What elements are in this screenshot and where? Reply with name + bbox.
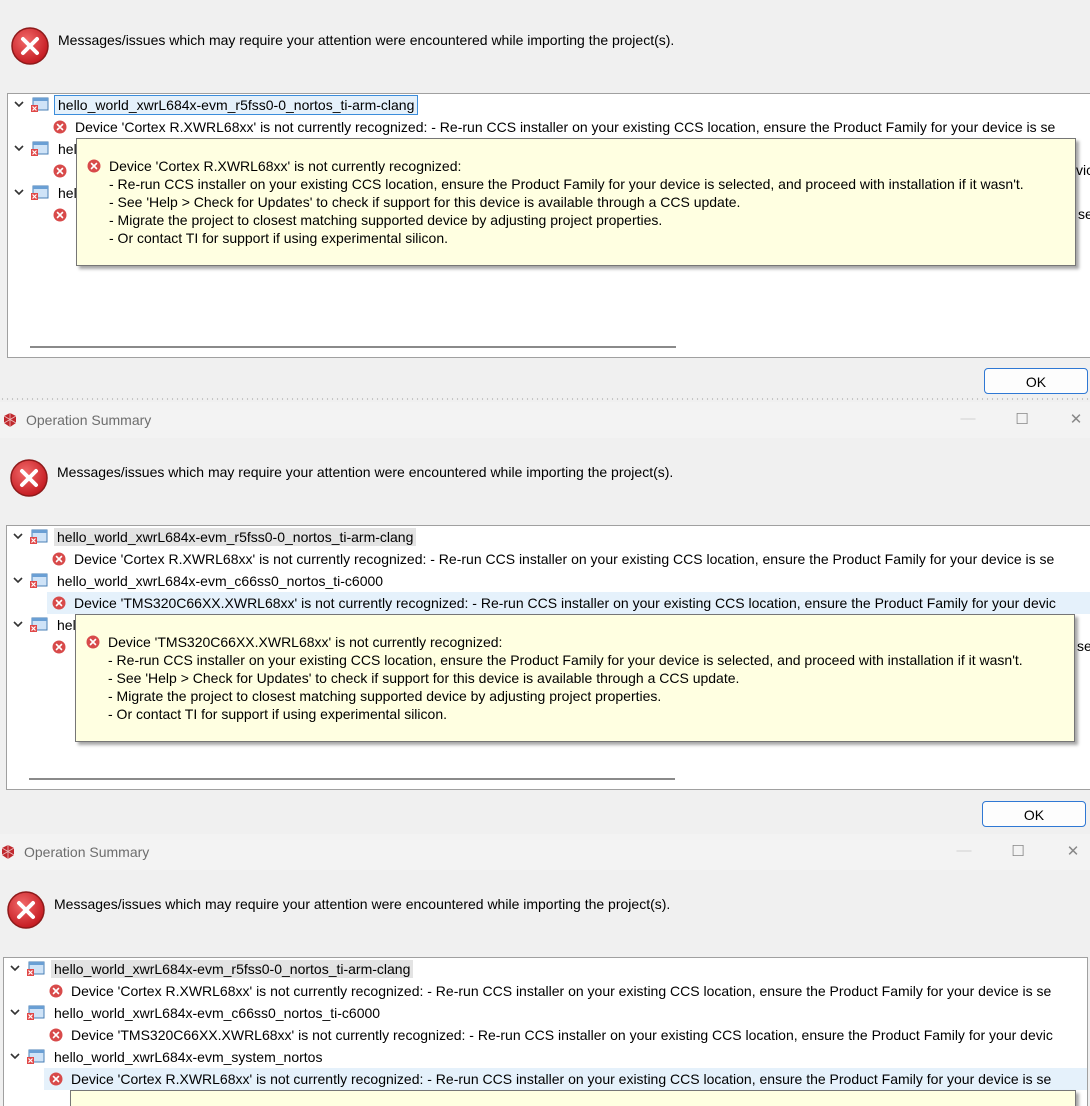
project-error-icon [29, 572, 49, 590]
dialog-title: Operation Summary [24, 844, 150, 860]
dialog-panel-3: Messages/issues which may require your a… [0, 870, 1090, 1106]
tree-issue[interactable]: Device 'TMS320C66XX.XWRL68xx' is not cur… [49, 1024, 1087, 1046]
message-text: Messages/issues which may require your a… [58, 32, 675, 48]
tooltip-heading: Device 'Cortex R.XWRL68xx' is not curren… [109, 158, 462, 174]
close-icon[interactable]: ✕ [1063, 842, 1083, 860]
chevron-down-icon[interactable] [8, 1005, 22, 1019]
dialog-panel-1: Messages/issues which may require your a… [0, 0, 1090, 400]
error-icon [49, 984, 63, 998]
error-icon [52, 596, 66, 610]
project-error-icon [30, 96, 50, 114]
chevron-down-icon[interactable] [12, 185, 26, 199]
error-icon [53, 164, 67, 178]
project-label[interactable]: hello_world_xwrL684x-evm_r5fss0-0_nortos… [53, 95, 419, 115]
tooltip-line: - Re-run CCS installer on your existing … [109, 176, 1024, 192]
maximize-icon[interactable]: ☐ [1012, 410, 1032, 428]
message-row: Messages/issues which may require your a… [6, 890, 1076, 934]
chevron-down-icon[interactable] [12, 141, 26, 155]
error-icon [6, 890, 46, 930]
project-error-icon [26, 1048, 46, 1066]
separator [0, 398, 1090, 400]
issue-text-fragment: se [1077, 638, 1090, 654]
error-icon [49, 1028, 63, 1042]
project-error-icon [29, 616, 49, 634]
project-label[interactable]: hello_world_xwrL684x-evm_c66ss0_nortos_t… [54, 572, 386, 590]
tooltip-line: - Re-run CCS installer on your existing … [108, 652, 1023, 668]
message-text: Messages/issues which may require your a… [57, 464, 674, 480]
error-icon [86, 635, 100, 649]
close-icon[interactable]: ✕ [1066, 410, 1086, 428]
issue-text-fragment: se [1078, 206, 1090, 222]
tooltip-line: - See 'Help > Check for Updates' to chec… [109, 194, 741, 210]
issue-tooltip: Device 'Cortex R.XWRL68xx' is not curren… [76, 138, 1076, 266]
project-label[interactable]: hello_world_xwrL684x-evm_r5fss0-0_nortos… [54, 528, 417, 546]
maximize-icon[interactable]: ☐ [1008, 842, 1028, 860]
issue-text: Device 'Cortex R.XWRL68xx' is not curren… [75, 119, 1056, 135]
project-error-icon [29, 528, 49, 546]
tree-issue-selected[interactable]: Device 'Cortex R.XWRL68xx' is not curren… [44, 1068, 1087, 1090]
tooltip-line: - Migrate the project to closest matchin… [109, 212, 663, 228]
error-icon [52, 552, 66, 566]
project-error-icon [30, 140, 50, 158]
title-bar: Operation Summary — ☐ ✕ [0, 834, 1090, 870]
horizontal-scrollbar[interactable] [29, 778, 675, 780]
tooltip-heading: Device 'TMS320C66XX.XWRL68xx' is not cur… [108, 634, 503, 650]
error-icon [9, 458, 49, 498]
chevron-down-icon[interactable] [11, 617, 25, 631]
project-label[interactable]: hello_world_xwrL684x-evm_r5fss0-0_nortos… [51, 960, 414, 978]
message-text: Messages/issues which may require your a… [54, 896, 671, 912]
issue-text: Device 'Cortex R.XWRL68xx' is not curren… [71, 983, 1052, 999]
project-error-icon [30, 184, 50, 202]
project-error-icon [26, 960, 46, 978]
tree-issue[interactable]: Device 'Cortex R.XWRL68xx' is not curren… [52, 548, 1090, 570]
chevron-down-icon[interactable] [12, 97, 26, 111]
error-icon [49, 1072, 63, 1086]
issue-text: Device 'TMS320C66XX.XWRL68xx' is not cur… [74, 595, 1056, 611]
error-icon [53, 208, 67, 222]
tooltip-line: - Or contact TI for support if using exp… [108, 706, 447, 722]
tree-issue[interactable]: Device 'Cortex R.XWRL68xx' is not curren… [49, 980, 1087, 1002]
horizontal-scrollbar[interactable] [30, 346, 676, 348]
tree-issue-selected[interactable]: Device 'TMS320C66XX.XWRL68xx' is not cur… [47, 592, 1090, 614]
chevron-down-icon[interactable] [8, 1049, 22, 1063]
error-icon [53, 120, 67, 134]
dialog-title: Operation Summary [26, 412, 152, 428]
issue-tooltip [70, 1090, 1076, 1106]
error-icon [10, 26, 50, 66]
message-row: Messages/issues which may require your a… [10, 26, 1080, 70]
title-bar: Operation Summary — ☐ ✕ [0, 402, 1090, 438]
tree-issue[interactable]: Device 'Cortex R.XWRL68xx' is not curren… [53, 116, 1090, 138]
issue-text: Device 'Cortex R.XWRL68xx' is not curren… [71, 1071, 1052, 1087]
issues-tree[interactable]: hello_world_xwrL684x-evm_r5fss0-0_nortos… [3, 957, 1088, 1106]
issue-text-fragment: vic [1076, 162, 1090, 178]
project-label[interactable]: hello_world_xwrL684x-evm_c66ss0_nortos_t… [51, 1004, 383, 1022]
error-icon [52, 640, 66, 654]
message-row: Messages/issues which may require your a… [9, 458, 1079, 502]
tooltip-line: - Or contact TI for support if using exp… [109, 230, 448, 246]
issue-tooltip: Device 'TMS320C66XX.XWRL68xx' is not cur… [75, 614, 1075, 742]
app-icon [2, 412, 18, 428]
dialog-panel-2: Messages/issues which may require your a… [0, 438, 1090, 834]
chevron-down-icon[interactable] [11, 573, 25, 587]
tooltip-line: - Migrate the project to closest matchin… [108, 688, 662, 704]
minimize-icon[interactable]: — [954, 842, 974, 859]
ok-button[interactable]: OK [984, 368, 1088, 394]
tooltip-line: - See 'Help > Check for Updates' to chec… [108, 670, 740, 686]
chevron-down-icon[interactable] [11, 529, 25, 543]
app-icon [0, 844, 16, 860]
ok-button[interactable]: OK [982, 801, 1086, 827]
project-label[interactable]: hello_world_xwrL684x-evm_system_nortos [51, 1048, 325, 1066]
issue-text: Device 'TMS320C66XX.XWRL68xx' is not cur… [71, 1027, 1053, 1043]
minimize-icon[interactable]: — [958, 410, 978, 427]
error-icon [87, 159, 101, 173]
issue-text: Device 'Cortex R.XWRL68xx' is not curren… [74, 551, 1055, 567]
project-error-icon [26, 1004, 46, 1022]
chevron-down-icon[interactable] [8, 961, 22, 975]
